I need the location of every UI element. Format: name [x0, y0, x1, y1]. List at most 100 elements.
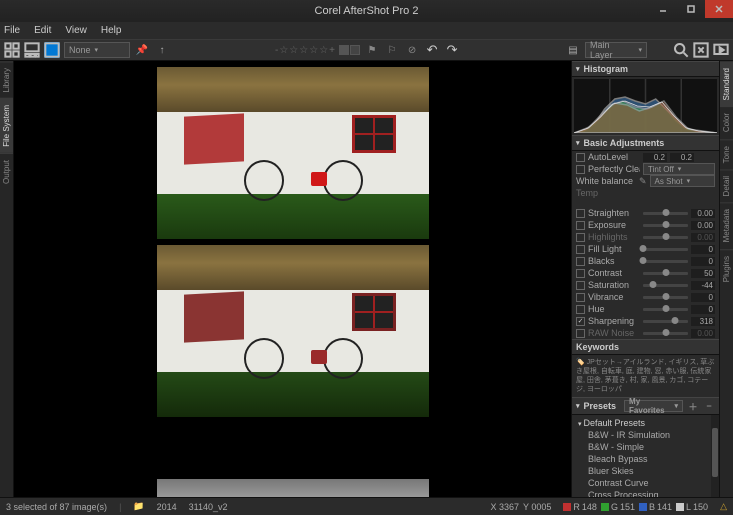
preview-image-2[interactable]	[157, 245, 429, 417]
wb-combo[interactable]: As Shot▾	[650, 175, 715, 187]
slider-track[interactable]	[643, 284, 688, 287]
check-icon[interactable]	[576, 269, 585, 278]
slider-value[interactable]: 318	[691, 317, 715, 326]
layers-icon[interactable]: ▤	[565, 42, 581, 58]
preset-item[interactable]: Bluer Skies	[586, 465, 711, 477]
flag-icon[interactable]: ⚑	[364, 42, 380, 58]
view-grid-button[interactable]	[4, 42, 20, 58]
check-icon[interactable]	[576, 281, 585, 290]
slider-track[interactable]	[643, 308, 688, 311]
preset-item[interactable]: Bleach Bypass	[586, 453, 711, 465]
tab-metadata[interactable]: Metadata	[720, 202, 733, 248]
layer-combo[interactable]: Main Layer▾	[585, 42, 647, 58]
menu-view[interactable]: View	[65, 25, 87, 36]
check-icon[interactable]	[576, 293, 585, 302]
top-toolbar: None▾ 📌 ↑ -☆☆☆☆☆+ ⚑ ⚐ ⊘ ↶ ↷ ▤ Main Layer…	[0, 39, 733, 61]
reject-icon[interactable]: ⚐	[384, 42, 400, 58]
presets-header[interactable]: ▾Presets My Favorites▾ ＋ −	[572, 397, 719, 415]
tab-output[interactable]: Output	[0, 153, 13, 190]
check-icon[interactable]	[576, 329, 585, 338]
close-button[interactable]	[705, 0, 733, 18]
check-icon[interactable]	[576, 317, 585, 326]
preset-item[interactable]: B&W - Simple	[586, 441, 711, 453]
search-icon[interactable]	[673, 42, 689, 58]
tab-library[interactable]: Library	[0, 61, 13, 98]
slider-vibrance: Vibrance0	[572, 291, 719, 303]
slider-track[interactable]	[643, 224, 688, 227]
title-bar: Corel AfterShot Pro 2	[0, 0, 733, 22]
tab-file-system[interactable]: File System	[0, 98, 13, 153]
rating-filter[interactable]: -☆☆☆☆☆+	[275, 45, 335, 56]
perfectly-clear-check[interactable]	[576, 165, 585, 174]
menu-help[interactable]: Help	[101, 25, 122, 36]
slider-value[interactable]: 0	[691, 293, 715, 302]
slider-track[interactable]	[643, 296, 688, 299]
menu-edit[interactable]: Edit	[34, 25, 51, 36]
check-icon[interactable]	[576, 305, 585, 314]
tab-standard[interactable]: Standard	[720, 61, 733, 106]
slider-value[interactable]: 0.00	[691, 221, 715, 230]
slider-track[interactable]	[643, 332, 688, 335]
check-icon[interactable]	[576, 233, 585, 242]
redo-icon[interactable]: ↷	[444, 42, 460, 58]
tab-color[interactable]: Color	[720, 106, 733, 138]
slider-exposure: Exposure0.00	[572, 219, 719, 231]
keywords-header[interactable]: Keywords	[572, 339, 719, 355]
slider-track[interactable]	[643, 320, 688, 323]
preset-item[interactable]: B&W - IR Simulation	[586, 429, 711, 441]
slider-value[interactable]: 0.00	[691, 233, 715, 242]
tab-tone[interactable]: Tone	[720, 139, 733, 169]
presets-favorites-combo[interactable]: My Favorites▾	[624, 400, 683, 412]
slider-value[interactable]: 0	[691, 245, 715, 254]
slider-value[interactable]: -44	[691, 281, 715, 290]
basic-adjustments-header[interactable]: ▾Basic Adjustments	[572, 135, 719, 151]
maximize-button[interactable]	[677, 0, 705, 18]
slideshow-icon[interactable]	[713, 42, 729, 58]
slider-track[interactable]	[643, 212, 688, 215]
check-icon[interactable]	[576, 209, 585, 218]
slider-track[interactable]	[643, 236, 688, 239]
view-filmstrip-button[interactable]	[24, 42, 40, 58]
menu-file[interactable]: File	[4, 25, 20, 36]
histogram-header[interactable]: ▾Histogram	[572, 61, 719, 77]
slider-track[interactable]	[643, 272, 688, 275]
autolevel-check[interactable]	[576, 153, 585, 162]
preview-image-1[interactable]	[157, 67, 429, 239]
check-icon[interactable]	[576, 245, 585, 254]
left-sidebar: Library File System Output	[0, 61, 14, 497]
slider-track[interactable]	[643, 248, 688, 251]
minimize-button[interactable]	[649, 0, 677, 18]
check-icon[interactable]	[576, 257, 585, 266]
right-sidebar: Standard Color Tone Detail Metadata Plug…	[719, 61, 733, 497]
view-single-button[interactable]	[44, 42, 60, 58]
sort-up-icon[interactable]: ↑	[154, 42, 170, 58]
folder-icon: 📁	[133, 501, 144, 512]
warning-icon[interactable]: △	[720, 501, 727, 512]
color-label-filter[interactable]	[339, 45, 360, 55]
slider-saturation: Saturation-44	[572, 279, 719, 291]
undo-icon[interactable]: ↶	[424, 42, 440, 58]
fullscreen-icon[interactable]	[693, 42, 709, 58]
preset-item[interactable]: Contrast Curve	[586, 477, 711, 489]
slider-straighten: Straighten0.00	[572, 207, 719, 219]
pin-icon[interactable]: 📌	[134, 42, 150, 58]
tab-detail[interactable]: Detail	[720, 169, 733, 202]
preview-image-3[interactable]	[157, 479, 429, 497]
label-filter-combo[interactable]: None▾	[64, 42, 130, 58]
tag-icon[interactable]: ⊘	[404, 42, 420, 58]
preset-item[interactable]: Cross Processing	[586, 489, 711, 497]
remove-preset-icon[interactable]: −	[703, 400, 715, 412]
slider-track[interactable]	[643, 260, 688, 263]
slider-value[interactable]: 0	[691, 305, 715, 314]
check-icon[interactable]	[576, 221, 585, 230]
slider-value[interactable]: 0	[691, 257, 715, 266]
slider-value[interactable]: 50	[691, 269, 715, 278]
presets-scrollbar[interactable]	[711, 415, 719, 497]
slider-value[interactable]: 0.00	[691, 209, 715, 218]
preset-group[interactable]: Default Presets	[576, 417, 711, 429]
tab-plugins[interactable]: Plugins	[720, 249, 733, 288]
image-viewer: ✥ ✂ ⬚ ◧ ◌ ✎ ⁄ − 18%	[14, 61, 571, 497]
add-preset-icon[interactable]: ＋	[687, 400, 699, 412]
wb-picker-icon[interactable]: ✎	[639, 176, 647, 187]
slider-value[interactable]: 0.00	[691, 329, 715, 338]
